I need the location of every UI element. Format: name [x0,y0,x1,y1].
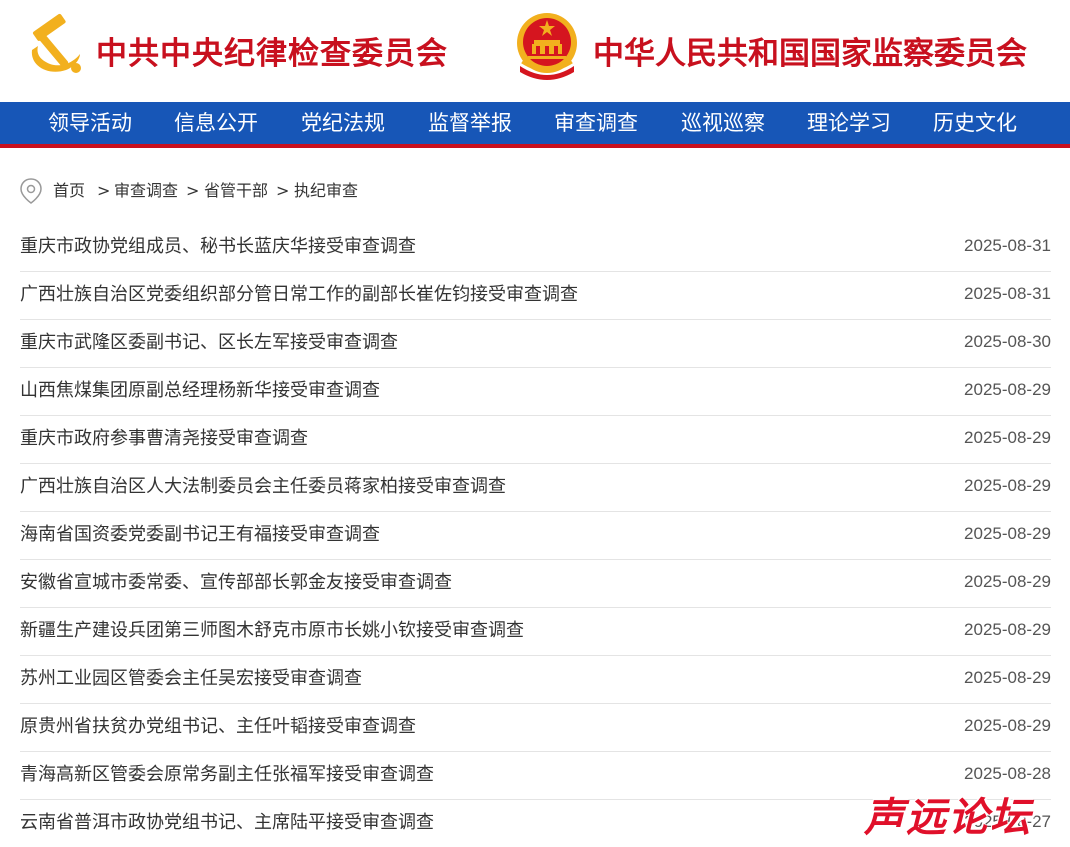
article-title[interactable]: 海南省国资委党委副书记王有福接受审查调查 [20,520,380,546]
org-title-cpc[interactable]: 中共中央纪律检查委员会 [96,28,448,73]
breadcrumb-separator: > [97,181,111,200]
org-title-nsc[interactable]: 中华人民共和国国家监察委员会 [593,28,1027,73]
article-title[interactable]: 重庆市政府参事曹清尧接受审查调查 [20,424,308,450]
breadcrumb-separator: > [186,181,200,200]
nav-item-inspection[interactable]: 巡视巡察 [681,102,765,144]
list-item[interactable]: 原贵州省扶贫办党组书记、主任叶韬接受审查调查 2025-08-29 [20,704,1051,752]
article-title[interactable]: 广西壮族自治区人大法制委员会主任委员蒋家柏接受审查调查 [20,472,506,498]
article-date: 2025-08-29 [964,380,1051,399]
article-title[interactable]: 安徽省宣城市委常委、宣传部部长郭金友接受审查调查 [20,568,452,594]
list-item[interactable]: 广西壮族自治区党委组织部分管日常工作的副部长崔佐钧接受审查调查 2025-08-… [20,272,1051,320]
article-date: 2025-08-31 [964,236,1051,255]
breadcrumb-provincial-cadres[interactable]: 省管干部 [204,176,268,206]
breadcrumb-home[interactable]: 首页 [53,176,85,206]
article-date: 2025-08-31 [964,284,1051,303]
article-title[interactable]: 云南省普洱市政协党组书记、主席陆平接受审查调查 [20,808,434,834]
nav-item-theory[interactable]: 理论学习 [807,102,891,144]
list-item[interactable]: 山西焦煤集团原副总经理杨新华接受审查调查 2025-08-29 [20,368,1051,416]
list-item[interactable]: 重庆市政府参事曹清尧接受审查调查 2025-08-29 [20,416,1051,464]
nav-item-investigation[interactable]: 审查调查 [554,102,638,144]
article-date: 2025-08-29 [964,716,1051,735]
article-title[interactable]: 重庆市武隆区委副书记、区长左军接受审查调查 [20,328,398,354]
article-date: 2025-08-29 [964,476,1051,495]
national-emblem-icon[interactable] [514,10,580,80]
list-item[interactable]: 新疆生产建设兵团第三师图木舒克市原市长姚小钦接受审查调查 2025-08-29 [20,608,1051,656]
article-date: 2025-08-30 [964,332,1051,351]
nav-item-regulations[interactable]: 党纪法规 [301,102,385,144]
article-date: 2025-08-29 [964,524,1051,543]
article-date: 2025-08-29 [964,620,1051,639]
list-item[interactable]: 安徽省宣城市委常委、宣传部部长郭金友接受审查调查 2025-08-29 [20,560,1051,608]
main-nav: 领导活动 信息公开 党纪法规 监督举报 审查调查 巡视巡察 理论学习 历史文化 [0,102,1070,148]
article-title[interactable]: 青海高新区管委会原常务副主任张福军接受审查调查 [20,760,434,786]
article-title[interactable]: 重庆市政协党组成员、秘书长蓝庆华接受审查调查 [20,232,416,258]
nav-item-info-disclosure[interactable]: 信息公开 [174,102,258,144]
breadcrumb-separator: > [276,181,290,200]
breadcrumb-current[interactable]: 执纪审查 [294,176,358,206]
article-title[interactable]: 新疆生产建设兵团第三师图木舒克市原市长姚小钦接受审查调查 [20,616,524,642]
list-item[interactable]: 重庆市政协党组成员、秘书长蓝庆华接受审查调查 2025-08-31 [20,224,1051,272]
site-header: 中共中央纪律检查委员会 中华人民共和国国家监察委员会 [0,0,1070,102]
article-title[interactable]: 山西焦煤集团原副总经理杨新华接受审查调查 [20,376,380,402]
article-date: 2025-08-28 [964,764,1051,783]
article-date: 2025-08-29 [964,668,1051,687]
breadcrumb-investigation[interactable]: 审查调查 [114,176,178,206]
list-item[interactable]: 苏州工业园区管委会主任吴宏接受审查调查 2025-08-29 [20,656,1051,704]
article-title[interactable]: 原贵州省扶贫办党组书记、主任叶韬接受审查调查 [20,712,416,738]
list-item[interactable]: 重庆市武隆区委副书记、区长左军接受审查调查 2025-08-30 [20,320,1051,368]
forum-watermark: 声远论坛 [864,794,1032,841]
nav-item-history[interactable]: 历史文化 [933,102,1017,144]
nav-item-leadership[interactable]: 领导活动 [48,102,132,144]
article-list: 重庆市政协党组成员、秘书长蓝庆华接受审查调查 2025-08-31 广西壮族自治… [20,224,1051,847]
nav-item-supervision-report[interactable]: 监督举报 [428,102,512,144]
list-item[interactable]: 海南省国资委党委副书记王有福接受审查调查 2025-08-29 [20,512,1051,560]
article-title[interactable]: 广西壮族自治区党委组织部分管日常工作的副部长崔佐钧接受审查调查 [20,280,578,306]
party-emblem-icon[interactable] [22,10,84,76]
article-date: 2025-08-29 [964,428,1051,447]
list-item[interactable]: 广西壮族自治区人大法制委员会主任委员蒋家柏接受审查调查 2025-08-29 [20,464,1051,512]
article-date: 2025-08-29 [964,572,1051,591]
location-pin-icon [20,178,42,204]
article-title[interactable]: 苏州工业园区管委会主任吴宏接受审查调查 [20,664,362,690]
